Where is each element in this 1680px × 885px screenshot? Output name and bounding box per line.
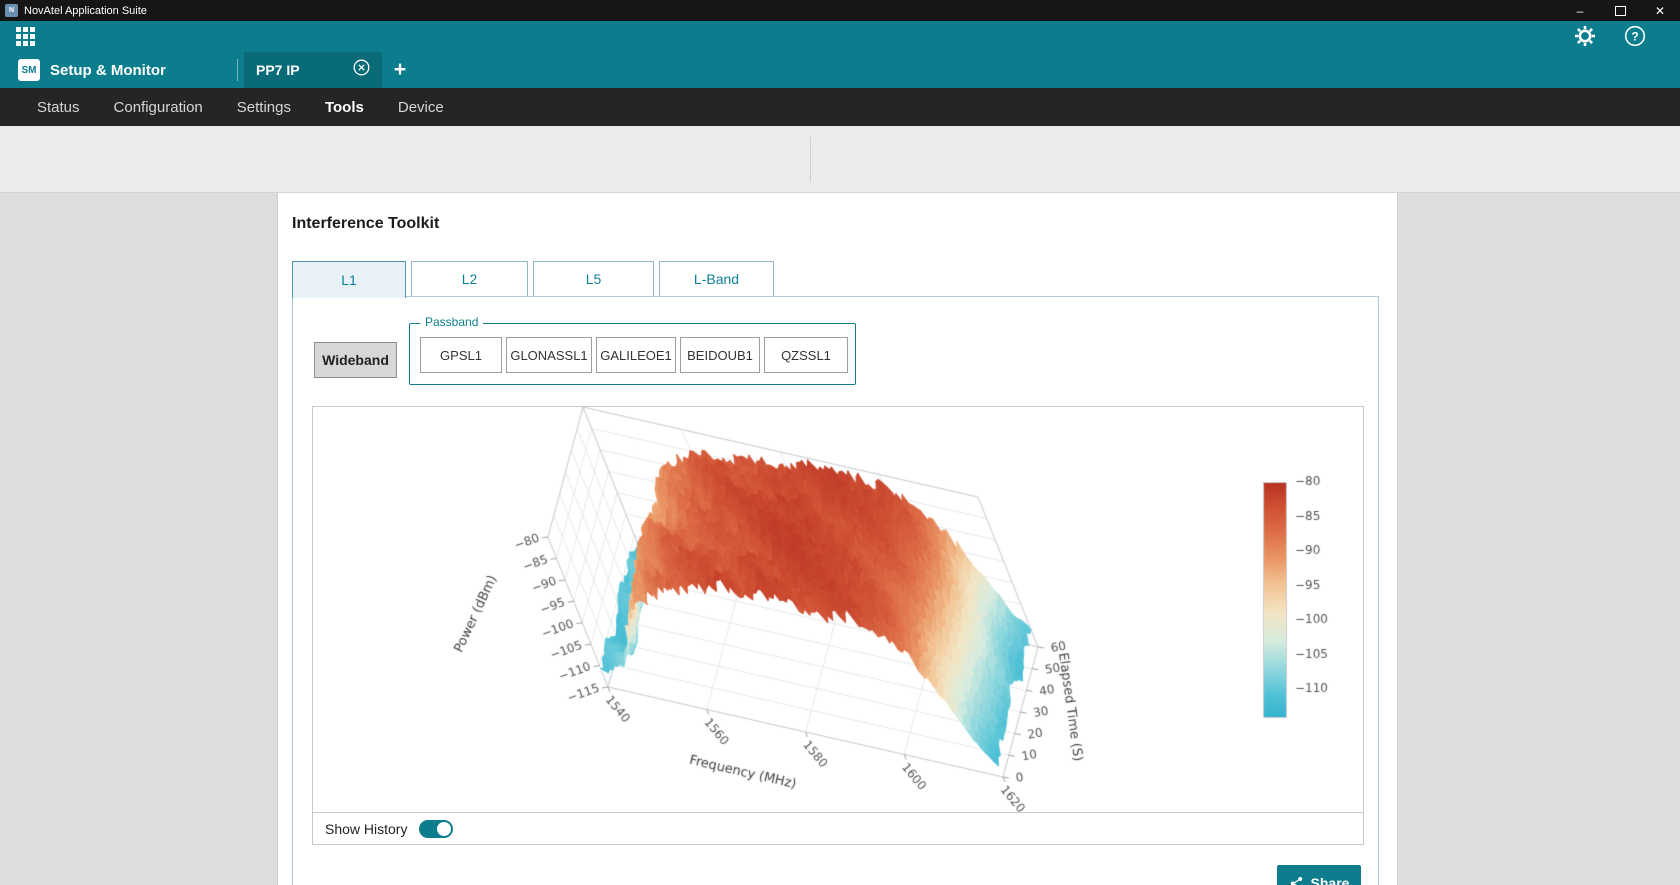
gear-icon[interactable] bbox=[1574, 25, 1596, 52]
nav-item-settings[interactable]: Settings bbox=[237, 99, 291, 116]
restore-icon bbox=[1615, 6, 1626, 16]
help-icon[interactable]: ? bbox=[1624, 25, 1646, 52]
svg-text:?: ? bbox=[1631, 29, 1638, 43]
device-tab-label: PP7 IP bbox=[256, 62, 300, 78]
tab-l1[interactable]: L1 bbox=[292, 261, 406, 298]
setup-monitor-badge: SM bbox=[18, 59, 40, 81]
add-tab-button[interactable]: + bbox=[388, 52, 412, 88]
nav-item-status[interactable]: Status bbox=[37, 99, 80, 116]
show-history-toggle[interactable] bbox=[419, 820, 453, 838]
passband-group: Passband GPSL1 GLONASSL1 GALILEOE1 BEIDO… bbox=[409, 323, 856, 385]
tab-lband[interactable]: L-Band bbox=[659, 261, 774, 297]
toggle-knob bbox=[437, 822, 451, 836]
passband-legend: Passband bbox=[420, 315, 483, 329]
main-nav: Status Configuration Settings Tools Devi… bbox=[0, 88, 1680, 126]
page-title: Interference Toolkit bbox=[292, 215, 439, 233]
tab-l5[interactable]: L5 bbox=[533, 261, 654, 297]
share-icon bbox=[1289, 876, 1304, 885]
share-label: Share bbox=[1311, 875, 1350, 885]
close-window-button[interactable]: ✕ bbox=[1640, 0, 1680, 21]
passband-button-gpsl1[interactable]: GPSL1 bbox=[420, 337, 502, 373]
share-button[interactable]: Share bbox=[1277, 865, 1361, 885]
nav-item-tools[interactable]: Tools bbox=[325, 99, 364, 116]
device-tab[interactable]: PP7 IP bbox=[244, 52, 382, 88]
nav-item-device[interactable]: Device bbox=[398, 99, 444, 116]
passband-button-beidoub1[interactable]: BEIDOUB1 bbox=[680, 337, 760, 373]
tab-l2[interactable]: L2 bbox=[411, 261, 528, 297]
window-title: NovAtel Application Suite bbox=[24, 5, 147, 17]
status-divider bbox=[810, 137, 811, 182]
interference-toolkit-container: Wideband Passband GPSL1 GLONASSL1 GALILE… bbox=[292, 296, 1379, 885]
workspace-tabbar: SM Setup & Monitor PP7 IP + bbox=[0, 52, 1680, 88]
wideband-button[interactable]: Wideband bbox=[314, 342, 397, 378]
app-name: Setup & Monitor bbox=[50, 52, 166, 88]
app-grid-icon[interactable] bbox=[16, 27, 35, 46]
show-history-label: Show History bbox=[325, 821, 407, 837]
passband-button-qzssl1[interactable]: QZSSL1 bbox=[764, 337, 848, 373]
content-panel: Interference Toolkit L1 L2 L5 L-Band Wid… bbox=[277, 193, 1398, 885]
tab-separator bbox=[237, 59, 238, 81]
passband-button-glonassl1[interactable]: GLONASSL1 bbox=[506, 337, 592, 373]
window-titlebar: N NovAtel Application Suite – ✕ bbox=[0, 0, 1680, 21]
receiver-statusbar: Position Latitude Longitude Single 57.23… bbox=[0, 126, 1680, 193]
close-tab-icon[interactable] bbox=[353, 59, 370, 81]
spectrum-3d-canvas[interactable] bbox=[313, 407, 1363, 812]
app-icon: N bbox=[5, 4, 18, 17]
show-history-bar: Show History bbox=[312, 812, 1364, 845]
passband-button-galileoe1[interactable]: GALILEOE1 bbox=[596, 337, 676, 373]
app-header: ? bbox=[0, 21, 1680, 52]
restore-button[interactable] bbox=[1600, 0, 1640, 21]
interference-plot bbox=[312, 406, 1364, 813]
nav-item-configuration[interactable]: Configuration bbox=[114, 99, 203, 116]
minimize-button[interactable]: – bbox=[1560, 0, 1600, 21]
